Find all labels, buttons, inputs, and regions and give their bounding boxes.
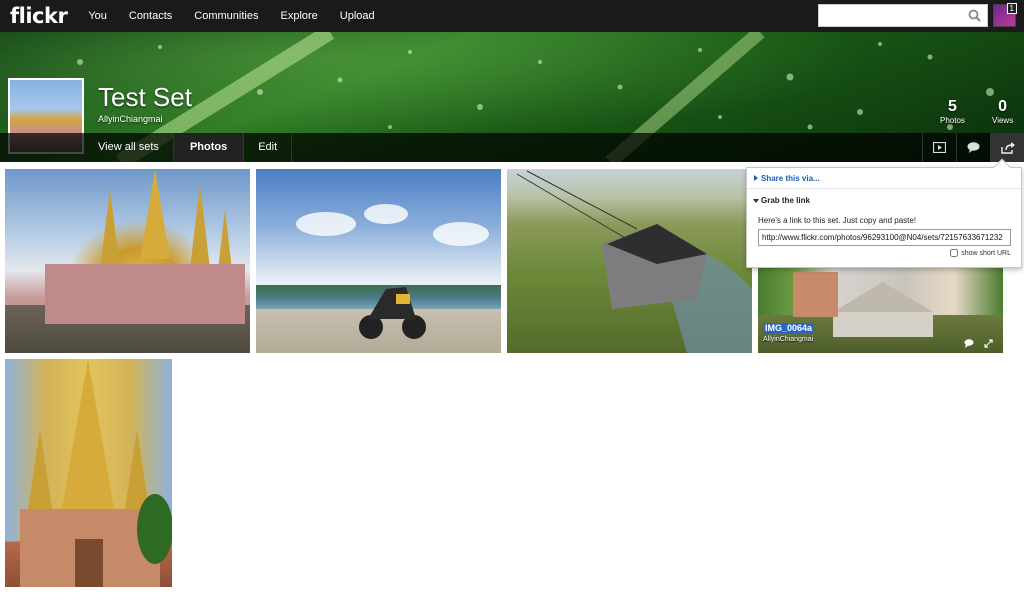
photos-count: 5 [948, 98, 957, 115]
expand-icon[interactable] [984, 339, 993, 348]
share-via-row: Share this via... [747, 168, 1021, 189]
set-owner-link[interactable]: AllyinChiangmai [98, 114, 163, 124]
photos-stat: 5 Photos [940, 98, 965, 125]
short-url-checkbox[interactable] [950, 249, 959, 257]
search-box [818, 4, 988, 27]
comment-icon [967, 142, 980, 153]
share-icon [1000, 141, 1015, 154]
photo-owner[interactable]: AllyinChiangmai [763, 336, 813, 343]
expand-arrow-icon[interactable] [754, 175, 758, 181]
share-via-link[interactable]: Share this via... [761, 174, 820, 183]
share-button[interactable] [990, 133, 1024, 162]
set-subnav: View all sets Photos Edit [0, 133, 1024, 162]
photo-thumbnail-1[interactable] [5, 169, 250, 353]
search-icon[interactable] [968, 9, 981, 22]
photo-actions [964, 339, 993, 348]
short-url-label: show short URL [961, 249, 1011, 257]
views-stat: 0 Views [992, 98, 1013, 125]
notification-badge[interactable]: 1 [1006, 3, 1017, 14]
slideshow-button[interactable] [922, 133, 956, 162]
nav-upload[interactable]: Upload [329, 10, 386, 22]
views-count: 0 [998, 98, 1008, 115]
user-avatar[interactable]: 1 [993, 3, 1017, 27]
photo-thumbnail-4[interactable]: IMG_0064a AllyinChiangmai [758, 262, 1003, 353]
photo-title[interactable]: IMG_0064a [763, 323, 815, 333]
temple-pagoda-image [45, 169, 245, 324]
share-popover: Share this via... Grab the link Here's a… [746, 158, 1022, 268]
nav-you[interactable]: You [77, 10, 118, 22]
top-nav: flickr You Contacts Communities Explore … [0, 0, 1024, 32]
comments-button[interactable] [956, 133, 990, 162]
photo-thumbnail-2[interactable] [256, 169, 501, 353]
collapse-arrow-icon[interactable] [753, 199, 759, 203]
grab-link-header[interactable]: Grab the link [761, 196, 810, 205]
set-title: Test Set [98, 82, 192, 112]
subnav-spacer [0, 133, 84, 162]
grab-link-description: Here's a link to this set. Just copy and… [758, 216, 917, 225]
motorcycle-image [296, 204, 489, 339]
view-all-sets-tab[interactable]: View all sets [84, 133, 174, 162]
edit-tab[interactable]: Edit [244, 133, 293, 162]
nav-contacts[interactable]: Contacts [118, 10, 183, 22]
share-link-field[interactable] [758, 229, 1011, 246]
flickr-logo[interactable]: flickr [10, 4, 68, 28]
search-input[interactable] [819, 5, 964, 26]
comment-icon[interactable] [964, 339, 974, 348]
subnav-actions [922, 133, 1024, 162]
photos-tab[interactable]: Photos [173, 133, 245, 162]
boat-house-image [516, 170, 752, 353]
short-url-option[interactable]: show short URL [950, 249, 1011, 257]
nav-explore[interactable]: Explore [269, 10, 328, 22]
nav-communities[interactable]: Communities [183, 10, 269, 22]
photos-label: Photos [940, 116, 965, 125]
views-label: Views [992, 116, 1014, 125]
temple-tower-image [20, 359, 172, 587]
photo-thumbnail-3[interactable] [507, 169, 752, 353]
photo-thumbnail-5[interactable] [5, 359, 172, 587]
slideshow-icon [933, 142, 946, 153]
